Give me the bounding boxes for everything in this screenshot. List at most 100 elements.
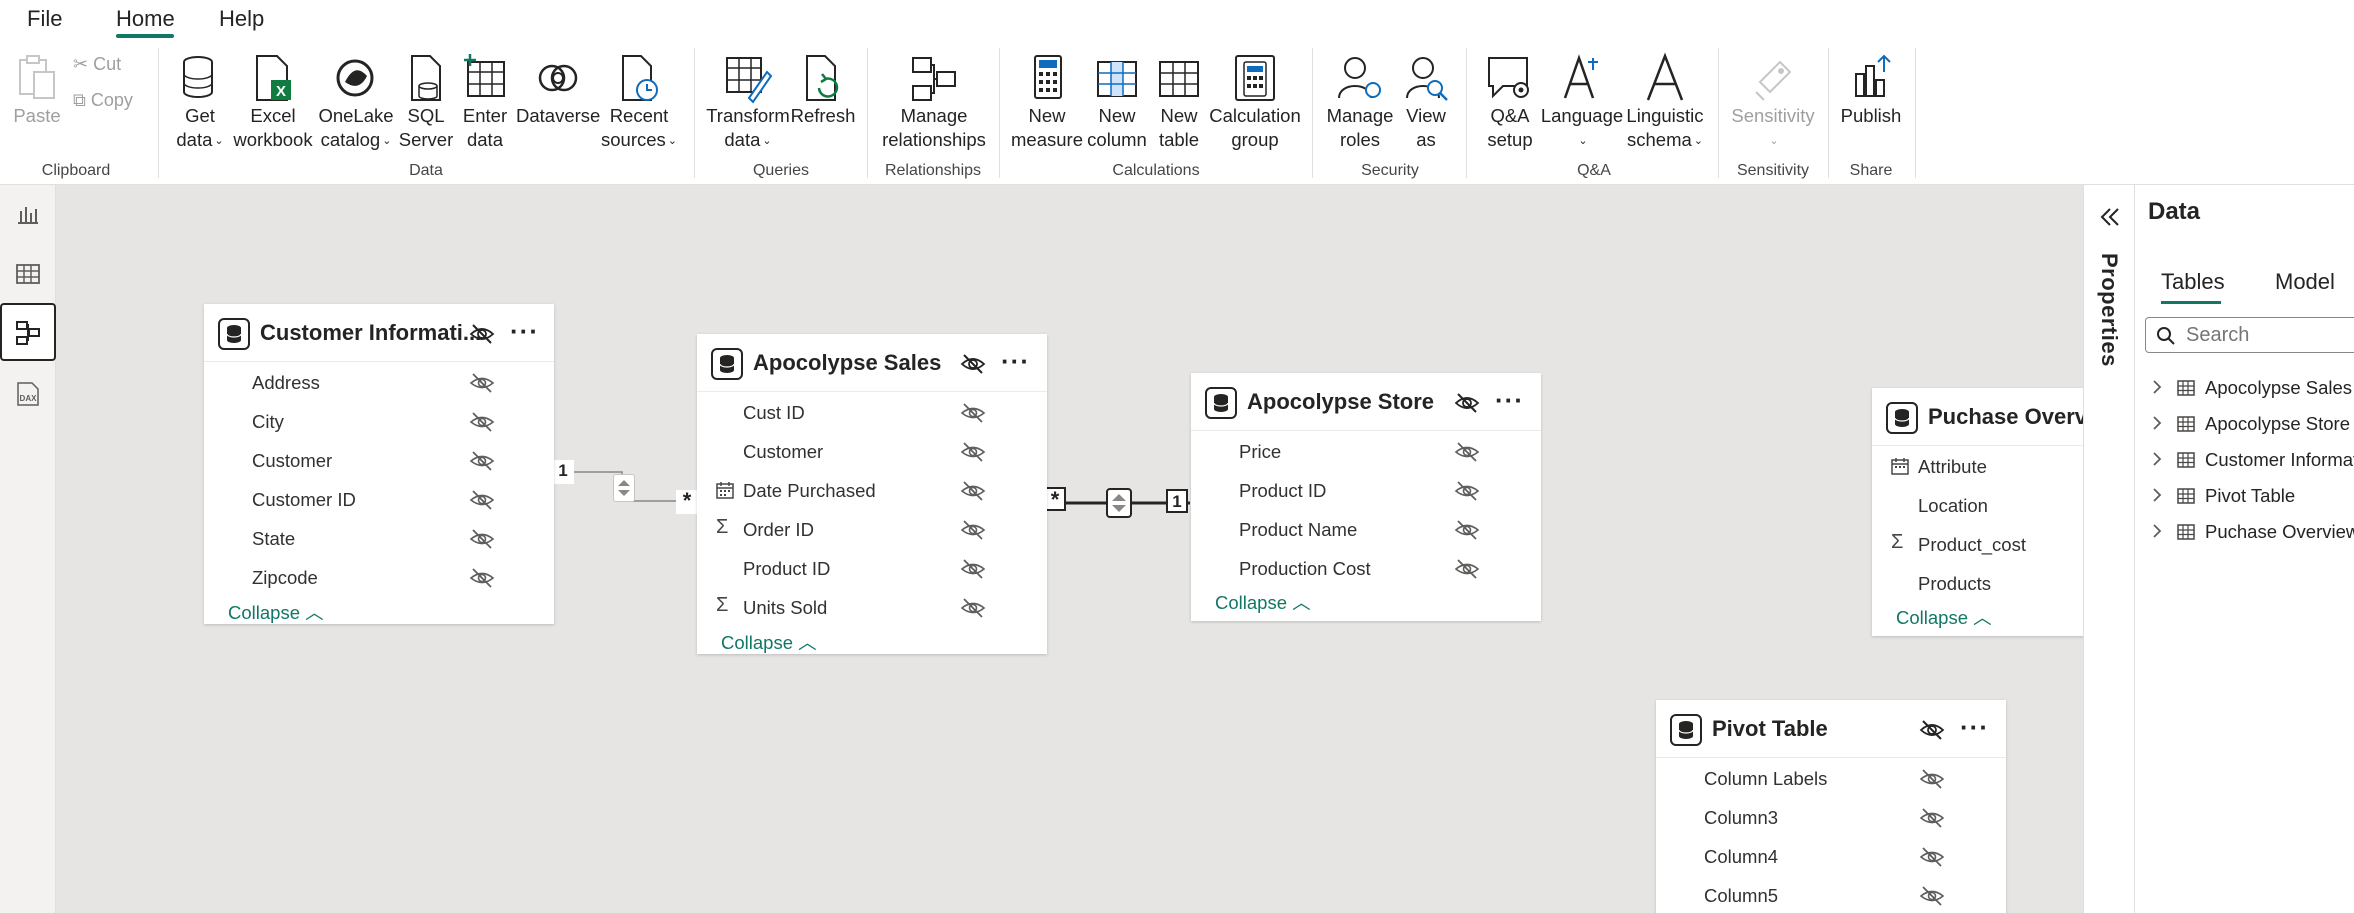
data-item-apocolypse-store[interactable]: Apocolypse Store: [2135, 407, 2354, 441]
field-row[interactable]: Cust ID: [697, 393, 1047, 432]
field-row[interactable]: Σ Units Sold: [697, 588, 1047, 627]
eye-hidden-icon[interactable]: [1919, 846, 1945, 868]
field-row[interactable]: Column3: [1656, 798, 2006, 837]
eye-hidden-icon[interactable]: [1919, 768, 1945, 790]
field-row[interactable]: Price: [1191, 432, 1541, 471]
search-input[interactable]: [2184, 322, 2354, 348]
table-card-puchase-overview[interactable]: Puchase Overvie Attribute Location ΣProd…: [1872, 388, 2083, 636]
linguistic-schema-button[interactable]: Linguistic schema ⌄: [1624, 52, 1706, 153]
menu-help[interactable]: Help: [219, 6, 264, 32]
eye-hidden-icon[interactable]: [960, 597, 986, 619]
calculation-group-button[interactable]: Calculation group: [1208, 52, 1302, 152]
chevron-right-icon[interactable]: [2151, 523, 2163, 539]
view-as-button[interactable]: View as: [1400, 52, 1452, 152]
field-row[interactable]: Product ID: [697, 549, 1047, 588]
field-row[interactable]: Product ID: [1191, 471, 1541, 510]
field-row[interactable]: Column5: [1656, 876, 2006, 913]
new-column-button[interactable]: New column: [1084, 52, 1150, 152]
new-measure-button[interactable]: New measure: [1010, 52, 1084, 152]
get-data-button[interactable]: Get data ⌄: [168, 52, 232, 153]
field-row[interactable]: Σ Product_cost: [1872, 525, 2083, 564]
search-box[interactable]: [2145, 317, 2354, 353]
more-options-icon[interactable]: ···: [510, 316, 539, 347]
eye-hidden-icon[interactable]: [469, 450, 495, 472]
table-card-header[interactable]: Apocolypse Store ···: [1191, 373, 1541, 431]
field-row[interactable]: Zipcode: [204, 558, 554, 597]
eye-hidden-icon[interactable]: [960, 402, 986, 424]
data-item-customer-information[interactable]: Customer Informati: [2135, 443, 2354, 477]
report-view-button[interactable]: [0, 185, 56, 243]
table-card-apocolypse-store[interactable]: Apocolypse Store ··· Price Product ID Pr…: [1191, 373, 1541, 621]
eye-hidden-icon[interactable]: [960, 441, 986, 463]
onelake-catalog-button[interactable]: OneLake catalog ⌄: [316, 52, 396, 153]
field-row[interactable]: Address: [204, 363, 554, 402]
eye-hidden-icon[interactable]: [960, 519, 986, 541]
refresh-button[interactable]: Refresh: [790, 52, 856, 128]
new-table-button[interactable]: New table: [1152, 52, 1206, 152]
cross-filter-direction-icon[interactable]: [1106, 488, 1132, 518]
eye-hidden-icon[interactable]: [1454, 391, 1480, 415]
collapse-link[interactable]: Collapse ︿: [1215, 589, 1311, 615]
chevron-right-icon[interactable]: [2151, 451, 2163, 467]
menu-file[interactable]: File: [27, 6, 62, 32]
manage-relationships-button[interactable]: Manage relationships: [880, 52, 988, 152]
table-card-apocolypse-sales[interactable]: Apocolypse Sales ··· Cust ID Customer Da…: [697, 334, 1047, 654]
eye-hidden-icon[interactable]: [1919, 807, 1945, 829]
eye-hidden-icon[interactable]: [469, 528, 495, 550]
recent-sources-button[interactable]: Recent sources ⌄: [600, 52, 678, 153]
sensitivity-button[interactable]: Sensitivity ⌄: [1728, 52, 1818, 153]
table-card-header[interactable]: Pivot Table ···: [1656, 700, 2006, 758]
data-item-apocolypse-sales[interactable]: Apocolypse Sales: [2135, 371, 2354, 405]
expand-chevron-icon[interactable]: [2098, 207, 2122, 227]
eye-hidden-icon[interactable]: [469, 322, 495, 346]
table-view-button[interactable]: [0, 245, 56, 303]
field-row[interactable]: Σ Order ID: [697, 510, 1047, 549]
eye-hidden-icon[interactable]: [1919, 885, 1945, 907]
eye-hidden-icon[interactable]: [1454, 441, 1480, 463]
field-row[interactable]: State: [204, 519, 554, 558]
eye-hidden-icon[interactable]: [1454, 558, 1480, 580]
field-row[interactable]: Column4: [1656, 837, 2006, 876]
dax-query-view-button[interactable]: DAX: [0, 365, 56, 423]
qa-setup-button[interactable]: Q&A setup: [1480, 52, 1540, 152]
more-options-icon[interactable]: ···: [1001, 346, 1030, 377]
table-card-header[interactable]: Apocolypse Sales ···: [697, 334, 1047, 392]
field-row[interactable]: Column Labels: [1656, 759, 2006, 798]
tab-model[interactable]: Model: [2275, 269, 2335, 295]
eye-hidden-icon[interactable]: [469, 489, 495, 511]
cut-button[interactable]: ✂ Cut: [73, 54, 121, 75]
more-options-icon[interactable]: ···: [1495, 385, 1524, 416]
data-item-pivot-table[interactable]: Pivot Table: [2135, 479, 2354, 513]
collapse-link[interactable]: Collapse ︿: [1896, 604, 1992, 630]
eye-hidden-icon[interactable]: [960, 352, 986, 376]
cross-filter-direction-icon[interactable]: [613, 474, 635, 502]
model-canvas[interactable]: 1 * * 1 Customer Informati... ··· Addres…: [56, 185, 2083, 913]
dataverse-button[interactable]: Dataverse: [516, 52, 600, 128]
field-row[interactable]: Product Name: [1191, 510, 1541, 549]
chevron-right-icon[interactable]: [2151, 379, 2163, 395]
publish-button[interactable]: Publish: [1838, 52, 1904, 128]
field-row[interactable]: Attribute: [1872, 447, 2083, 486]
manage-roles-button[interactable]: Manage roles: [1322, 52, 1398, 152]
table-card-pivot-table[interactable]: Pivot Table ··· Column Labels Column3 Co…: [1656, 700, 2006, 913]
field-row[interactable]: City: [204, 402, 554, 441]
field-row[interactable]: Customer ID: [204, 480, 554, 519]
menu-home[interactable]: Home: [116, 6, 175, 32]
eye-hidden-icon[interactable]: [960, 558, 986, 580]
excel-workbook-button[interactable]: X Excel workbook: [231, 52, 315, 152]
collapse-link[interactable]: Collapse ︿: [228, 599, 324, 624]
chevron-right-icon[interactable]: [2151, 415, 2163, 431]
field-row[interactable]: Date Purchased: [697, 471, 1047, 510]
collapse-link[interactable]: Collapse ︿: [721, 629, 817, 654]
data-item-puchase-overview[interactable]: Puchase Overview: [2135, 515, 2354, 549]
sql-server-button[interactable]: SQL Server: [398, 52, 454, 152]
eye-hidden-icon[interactable]: [469, 411, 495, 433]
more-options-icon[interactable]: ···: [1960, 712, 1989, 743]
eye-hidden-icon[interactable]: [1454, 480, 1480, 502]
field-row[interactable]: Customer: [697, 432, 1047, 471]
table-card-header[interactable]: Puchase Overvie: [1872, 388, 2083, 446]
field-row[interactable]: Production Cost: [1191, 549, 1541, 588]
table-card-header[interactable]: Customer Informati... ···: [204, 304, 554, 362]
transform-data-button[interactable]: Transform data ⌄: [706, 52, 790, 153]
eye-hidden-icon[interactable]: [1919, 718, 1945, 742]
